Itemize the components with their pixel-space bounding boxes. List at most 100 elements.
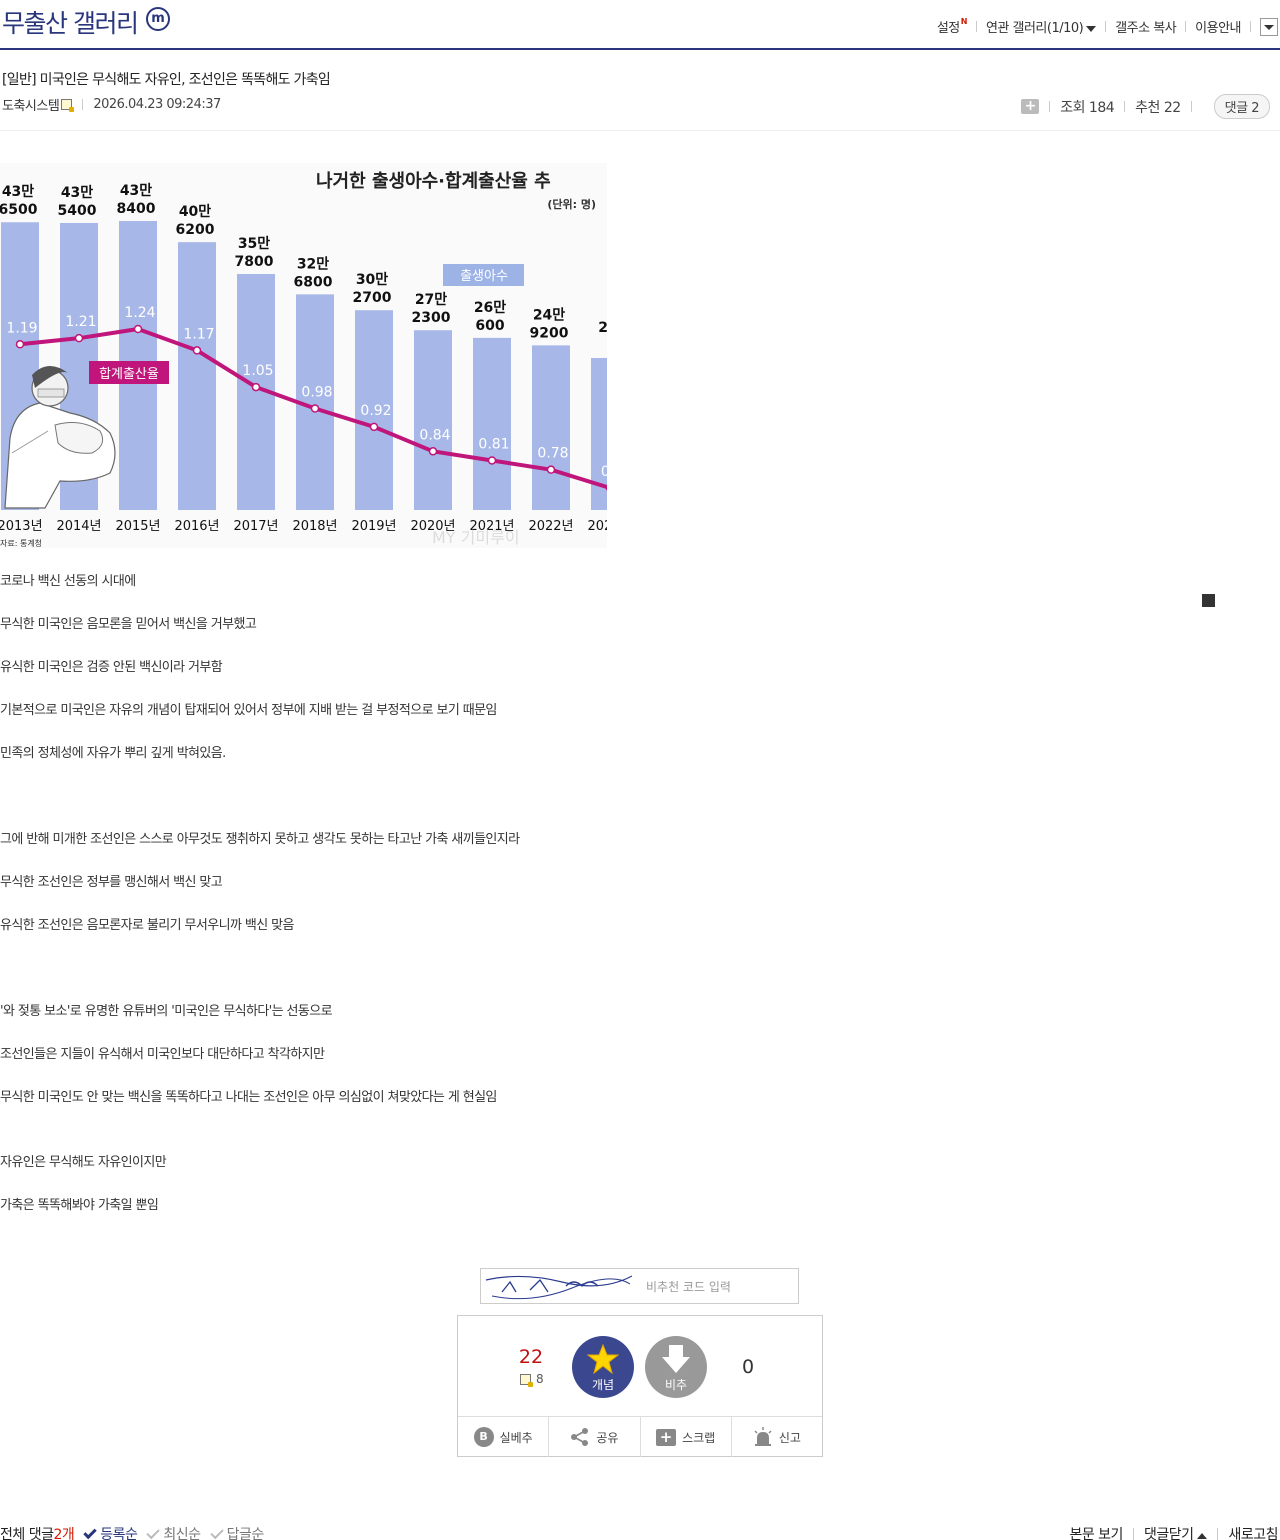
post-stats: + 조회 184 추천 22 댓글 2 [1021,94,1270,119]
rate-point [546,465,556,474]
bar-label-top: 27만 [415,292,447,308]
bar-label-top: 35만 [238,236,270,252]
sort-reply-label: 답글순 [226,1527,265,1540]
bar-label-top: 32만 [297,256,329,272]
report-label: 신고 [778,1430,801,1445]
x-tick-label: 2016년 [174,519,219,534]
bar-label-top: 40만 [179,204,211,220]
refresh-button[interactable]: 새로고침 [1228,1524,1278,1540]
post-title: [일반] 미국인은 무식해도 자유인, 조선인은 똑똑해도 가축임 [2,72,331,88]
bar [532,345,570,510]
chart-canvas: 43만 6500 43만 5400 43만 8400 40만 6200 35만 7800 32만 68… [0,163,607,548]
upvote-button[interactable]: 개념 [572,1336,634,1398]
rate-label: 1.17 [183,326,214,342]
rate-point [487,456,497,465]
rate-point [369,422,379,432]
upvote-label: 개념 [591,1378,615,1392]
divider [1132,1528,1134,1540]
rate-point [428,447,438,456]
comment-controls: 본문 보기 댓글닫기 새로고침 [1069,1524,1278,1540]
gallery-header: 무출산 갤러리 m 설정N 연관 갤러리(1/10) 갤주소 복사 이용안내 [0,0,1280,50]
rate-label: 0.98 [301,385,332,401]
rate-point [310,404,320,413]
caret-down-icon [1086,25,1097,32]
divider [975,21,977,32]
comment-total-label: 전체 댓글 [0,1527,54,1540]
downvote-button[interactable]: 비추 [645,1336,707,1398]
sort-reply-button[interactable]: 답글순 [209,1524,265,1540]
copy-address-link[interactable]: 갤주소 복사 [1115,17,1176,36]
body-paragraph: 유식한 미국인은 검증 안된 백신이라 거부함 [0,660,223,675]
caret-down-icon [1264,24,1274,30]
x-tick-label: 2018년 [292,519,337,534]
bar [414,330,452,510]
close-comments-button[interactable]: 댓글닫기 [1144,1524,1208,1540]
body-paragraph: 자유인은 무식해도 자유인이지만 [0,1155,167,1170]
bar-label-top: 43만 [2,184,34,200]
comment-total-count: 2개 [53,1527,75,1540]
settings-link[interactable]: 설정N [937,17,968,36]
chart-watermark: MY 기미루이 [432,528,520,547]
rate-point [192,346,202,355]
x-tick-label: 2014년 [56,519,101,534]
report-button[interactable]: 신고 [732,1417,822,1457]
chart-source: 자료: 통계청 [0,538,42,548]
related-gallery-label: 연관 갤러리(1/10) [985,21,1084,36]
rate-label: 1.05 [242,363,273,379]
siren-icon [754,1427,772,1446]
body-paragraph: 가축은 똑똑해봐야 가축일 뿐임 [0,1198,159,1213]
view-body-button[interactable]: 본문 보기 [1069,1524,1123,1540]
rate-label: 0.7 [601,464,607,480]
guide-link[interactable]: 이용안내 [1195,17,1241,36]
bar-label-top: 43만 [120,183,152,199]
x-tick-label: 2019년 [351,519,396,534]
body-paragraph: 무식한 조선인은 정부를 맹신해서 백신 맞고 [0,875,223,890]
bar-label-top: 23 [598,320,607,336]
related-gallery-button[interactable]: 연관 갤러리(1/10) [985,17,1097,36]
captcha-input[interactable]: 비추천 코드 입력 [646,1278,731,1295]
birth-rate-chart: 43만 6500 43만 5400 43만 8400 40만 6200 35만 7800 32만 68… [0,163,607,548]
square-marker-icon [1202,594,1215,607]
comment-summary: 전체 댓글 2개 등록순 최신순 답글순 [0,1524,264,1540]
real-best-icon: B [473,1427,494,1447]
body-paragraph: 기본적으로 미국인은 자유의 개념이 탑재되어 있어서 정부에 지배 받는 걸 … [0,703,497,718]
fixed-user-count: 8 [536,1372,544,1386]
chart-title: 나거한 출생아수·합계출산율 추 [316,170,551,192]
rate-point [133,324,143,334]
real-best-button[interactable]: B 실베추 [458,1417,550,1457]
bar-label-bottom: 5400 [58,203,97,219]
rate-label: 0.81 [478,436,509,452]
divider [1105,21,1107,32]
new-badge: N [960,17,968,26]
bar [178,242,216,510]
bar-label-bottom: 6800 [294,274,333,290]
rate-label: 0.84 [419,427,450,443]
comment-count-button[interactable]: 댓글 2 [1213,94,1270,119]
writer-nickname[interactable]: 도축시스템 [2,95,60,114]
scrap-button[interactable]: + 스크랩 [641,1417,732,1457]
post-date: 2026.04.23 09:24:37 [93,97,221,112]
plus-box-icon[interactable]: + [1021,99,1040,114]
post-writer-info: 도축시스템 2026.04.23 09:24:37 [2,95,221,114]
body-paragraph: 유식한 조선인은 음모론자로 불리기 무서우니까 백신 맞음 [0,918,294,933]
divider [1190,101,1192,112]
check-icon [146,1525,161,1539]
gallery-title[interactable]: 무출산 갤러리 [2,4,139,40]
scrap-icon: + [656,1428,677,1446]
sort-latest-button[interactable]: 최신순 [146,1524,201,1540]
bar-label-top: 30만 [356,272,388,288]
recommend-box: 22 8 개념 비추 0 B 실베추 공유 + 스크랩 신고 [457,1315,823,1457]
bar-label-bottom: 600 [475,318,504,334]
recommend-down-count: 0 [742,1356,755,1378]
share-label: 공유 [596,1430,619,1445]
more-menu-button[interactable] [1260,17,1278,36]
x-tick-label: 2015년 [115,519,160,534]
share-button[interactable]: 공유 [549,1417,641,1457]
rate-label: 0.92 [360,403,391,419]
scrap-label: 스크랩 [682,1430,716,1445]
captcha-field[interactable]: 비추천 코드 입력 [480,1268,799,1304]
check-icon [83,1525,97,1539]
sort-registered-button[interactable]: 등록순 [83,1524,138,1540]
bar [473,337,511,510]
rate-label: 1.24 [124,305,155,321]
